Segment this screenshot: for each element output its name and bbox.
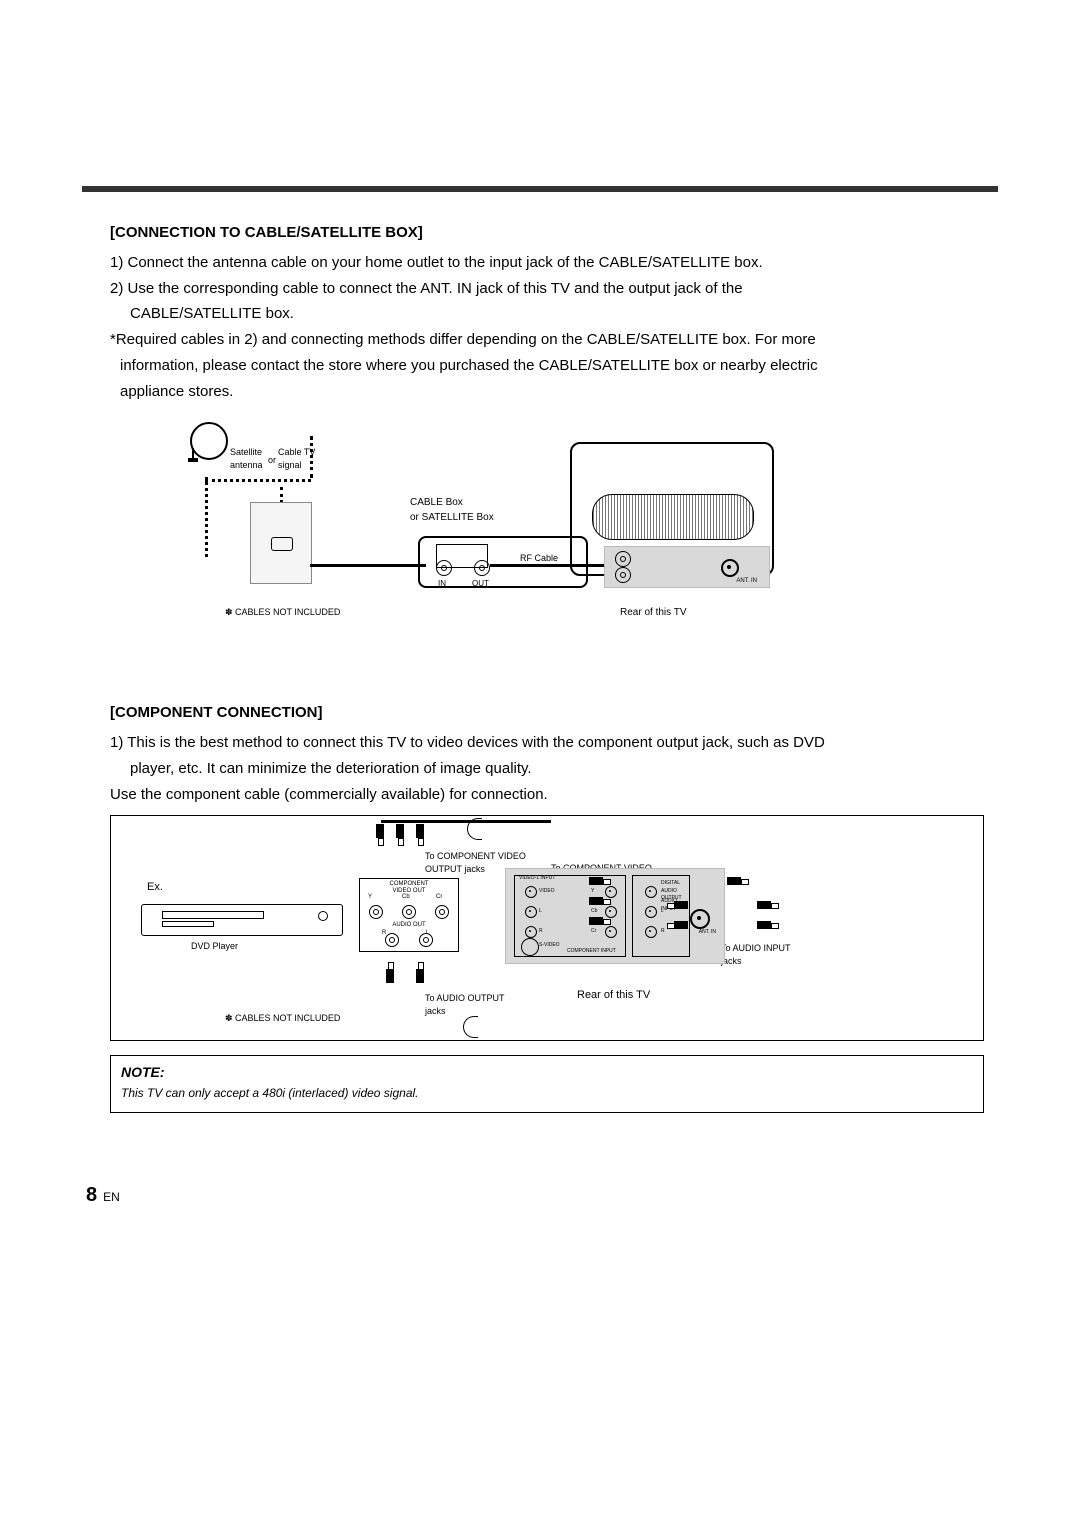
section2-step2: Use the component cable (commercially av… [110, 784, 984, 806]
plug-icon [375, 824, 385, 846]
plug-icon [667, 900, 689, 910]
plug-icon [415, 962, 425, 984]
section1-step1: 1) Connect the antenna cable on your hom… [110, 252, 984, 274]
plug-icon [395, 824, 405, 846]
page-lang: EN [103, 1190, 120, 1204]
cr-label: Cr [591, 928, 596, 935]
audio-r-jack-icon [385, 933, 399, 947]
note-body: This TV can only accept a 480i (interlac… [121, 1085, 973, 1102]
note-box: NOTE: This TV can only accept a 480i (in… [110, 1055, 984, 1113]
plug-icon [415, 824, 425, 846]
section1-note-line3: appliance stores. [110, 381, 984, 403]
ant-in-label: ANT. IN [699, 929, 716, 936]
cable-box-label: CABLE Box or SATELLITE Box [410, 496, 494, 525]
tv-rear-panel-full: VIDEO-1 INPUT VIDEO L R S-VIDEO Y Cb Cr … [505, 868, 725, 964]
in-label: IN [438, 578, 446, 590]
cr-jack-icon [435, 905, 449, 919]
dish-arm [192, 448, 194, 458]
component-video-out-box: COMPONENT VIDEO OUT Y Cb Cr AUDIO OUT R … [359, 878, 459, 952]
satellite-dish-icon [190, 422, 228, 460]
ex-label: Ex. [147, 880, 163, 896]
video1-input-label: VIDEO-1 INPUT [519, 875, 555, 882]
l-label: L [539, 908, 542, 915]
cables-not-included-label: ✽ CABLES NOT INCLUDED [225, 606, 340, 619]
r-label: R [539, 928, 543, 935]
page-content: [CONNECTION TO CABLE/SATELLITE BOX] 1) C… [0, 192, 1080, 1113]
audio-l-jack-icon [419, 933, 433, 947]
note-title: NOTE: [121, 1062, 973, 1082]
y-label: Y [368, 893, 372, 902]
cb-label: Cb [402, 893, 410, 902]
figure-component-connection: Ex. DVD Player ✽ CABLES NOT INCLUDED COM… [110, 815, 984, 1041]
section1-note-line1: *Required cables in 2) and connecting me… [110, 329, 984, 351]
comp-video-out-header: COMPONENT VIDEO OUT [360, 881, 458, 894]
cb-jack-icon [402, 905, 416, 919]
to-audio-input-label: To AUDIO INPUT jacks [721, 942, 791, 968]
out-label: OUT [472, 578, 489, 590]
r-jack-icon [525, 926, 537, 938]
audio-out-header: AUDIO OUT [360, 921, 458, 930]
y-jack-icon [369, 905, 383, 919]
page-number: 8 [86, 1184, 97, 1206]
section1-title: [CONNECTION TO CABLE/SATELLITE BOX] [110, 222, 984, 244]
plug-icon [757, 920, 779, 930]
plug-icon [589, 916, 611, 926]
video-label: VIDEO [539, 888, 555, 895]
page-footer: 8 EN [86, 1184, 120, 1207]
audio-l-jack-icon [645, 906, 657, 918]
plug-icon [589, 876, 611, 886]
digital-audio-jack-icon [645, 886, 657, 898]
dish-base [188, 458, 198, 462]
section1-step2-line2: CABLE/SATELLITE box. [110, 303, 984, 325]
satellite-antenna-label: Satellite antenna [230, 446, 263, 472]
or-label: or [268, 454, 276, 467]
s-video-jack-icon [521, 938, 539, 956]
cables-not-included-label: ✽ CABLES NOT INCLUDED [225, 1012, 340, 1025]
y-label: Y [591, 888, 594, 895]
ant-in-jack-icon [721, 559, 739, 577]
audio-digital-group: DIGITAL AUDIO OUTPUT L AUDIO INPUT R [632, 875, 690, 957]
dotted-cable [205, 477, 210, 557]
ant-in-label: ANT. IN [736, 577, 757, 586]
panel-jack [615, 551, 631, 567]
component-input-label: COMPONENT INPUT [567, 948, 616, 955]
panel-jack [615, 567, 631, 583]
l-jack-icon [525, 906, 537, 918]
dotted-cable [310, 436, 315, 478]
tv-rear-panel: ANT. IN [604, 546, 770, 588]
section2-step1-line2: player, etc. It can minimize the deterio… [110, 758, 984, 780]
figure-cable-satellite: Satellite antenna or Cable TV signal CAB… [110, 422, 984, 652]
plug-icon [385, 962, 395, 984]
cr-label: Cr [436, 893, 442, 902]
rear-of-tv-label: Rear of this TV [620, 606, 687, 621]
cr-jack-icon [605, 926, 617, 938]
r-label: R [661, 928, 665, 935]
dotted-cable [205, 477, 311, 482]
plug-icon [667, 920, 689, 930]
plug-icon [727, 876, 749, 886]
wall-outlet-icon [250, 502, 312, 584]
section2-title: [COMPONENT CONNECTION] [110, 702, 984, 724]
plug-icon [589, 896, 611, 906]
cable-line [381, 820, 551, 823]
rear-of-tv-label: Rear of this TV [577, 988, 650, 1004]
to-audio-output-label: To AUDIO OUTPUT jacks [425, 992, 505, 1018]
cable-bend-icon [463, 1016, 478, 1038]
dvd-player-icon [141, 904, 343, 936]
ant-in-jack-icon [690, 909, 710, 929]
section1-note-line2: information, please contact the store wh… [110, 355, 984, 377]
section1-step2-line1: 2) Use the corresponding cable to connec… [110, 278, 984, 300]
cb-label: Cb [591, 908, 597, 915]
section2-step1-line1: 1) This is the best method to connect th… [110, 732, 984, 754]
s-video-label: S-VIDEO [539, 942, 560, 949]
cable-line [310, 564, 426, 567]
dvd-player-label: DVD Player [191, 940, 238, 953]
audio-r-jack-icon [645, 926, 657, 938]
video-jack-icon [525, 886, 537, 898]
plug-icon [757, 900, 779, 910]
